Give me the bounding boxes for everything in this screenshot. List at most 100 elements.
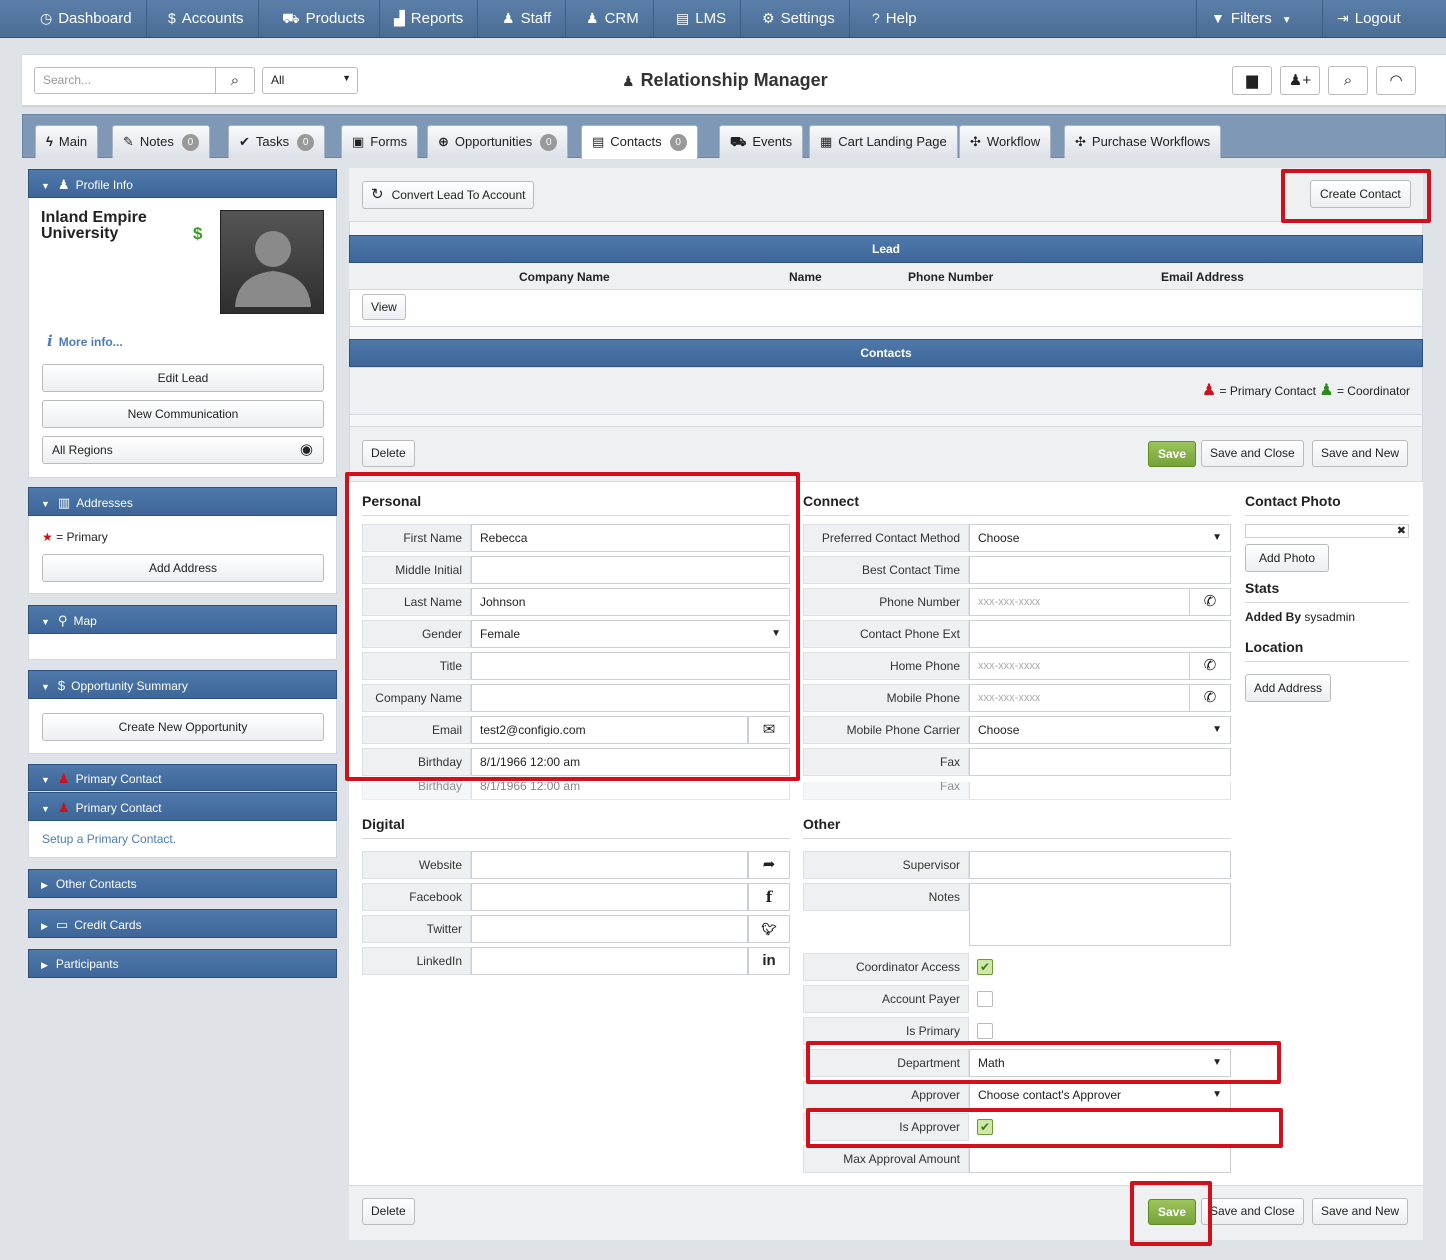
nav-products[interactable]: ⛟ Products [268, 0, 380, 37]
save-and-new-button[interactable]: Save and New [1312, 1198, 1409, 1225]
add-user-button[interactable]: ♟+ [1280, 66, 1320, 95]
open-twitter-button[interactable]: 🐦︎ [748, 915, 790, 943]
tab-purchase-workflows[interactable]: ✣ Purchase Workflows [1064, 125, 1222, 158]
supervisor-field[interactable] [969, 851, 1231, 879]
nav-dashboard[interactable]: ◷ Dashboard [26, 0, 147, 37]
search-button[interactable]: ⌕ [215, 67, 255, 94]
tab-events[interactable]: ⛟ Events [719, 125, 804, 158]
call-phone-button[interactable]: ✆ [1189, 588, 1231, 616]
setup-primary-contact-link[interactable]: Setup a Primary Contact. [42, 832, 176, 846]
tab-contacts[interactable]: ▤ Contacts 0 [581, 125, 698, 159]
open-website-button[interactable]: ➦ [748, 851, 790, 879]
nav-accounts[interactable]: $ Accounts [154, 0, 259, 37]
max-approval-field[interactable] [969, 1145, 1231, 1173]
new-communication-button[interactable]: New Communication [42, 400, 324, 428]
save-and-close-button[interactable]: Save and Close [1201, 440, 1304, 467]
check-icon: ✔ [979, 960, 991, 974]
search-input[interactable]: Search... [34, 67, 216, 94]
search-header-button[interactable]: ⌕ [1328, 66, 1368, 95]
nav-staff[interactable]: ♟ Staff [488, 0, 567, 37]
nav-settings[interactable]: ⚙ Settings [748, 0, 850, 37]
mobile-carrier-select[interactable]: Choose ▼ [969, 716, 1231, 744]
caret-right-icon: ▶ [41, 960, 48, 970]
map-marker-icon: ⚲ [57, 613, 68, 628]
best-contact-time-field[interactable] [969, 556, 1231, 584]
add-address-button[interactable]: Add Address [42, 554, 324, 582]
tab-forms[interactable]: ▣ Forms [341, 125, 419, 158]
twitter-field[interactable] [471, 915, 748, 943]
tab-tasks[interactable]: ✔ Tasks 0 [228, 125, 326, 158]
save-and-new-button[interactable]: Save and New [1312, 440, 1409, 467]
regions-select[interactable]: All Regions ◉ [42, 436, 324, 464]
check-icon: ✔ [239, 134, 250, 149]
website-field[interactable] [471, 851, 748, 879]
coordinator-access-checkbox[interactable]: ✔ [977, 959, 993, 975]
column-header: Phone Number [908, 270, 994, 284]
gear-icon: ⚙ [762, 10, 775, 26]
divider [1245, 602, 1409, 603]
primary-contact-header[interactable]: ▼ ♟ Primary Contact [28, 764, 337, 791]
website-label: Website [362, 851, 471, 879]
tab-notes[interactable]: ✎ Notes 0 [112, 125, 210, 158]
chat-button[interactable]: ▆ [1232, 66, 1272, 95]
edit-icon: ✎ [123, 134, 134, 149]
credit-cards-header[interactable]: ▶ ▭ Credit Cards [28, 909, 337, 938]
location-heading: Location [1245, 639, 1304, 655]
search-scope-select[interactable]: All ▼ [262, 67, 358, 94]
view-button[interactable]: View [362, 294, 406, 320]
fax-field[interactable] [969, 748, 1231, 776]
delete-button[interactable]: Delete [362, 1198, 415, 1225]
count-badge: 0 [297, 134, 315, 151]
nav-filters[interactable]: ▼ Filters ▼ [1196, 0, 1322, 37]
map-panel [28, 634, 337, 660]
nav-help[interactable]: ? Help [858, 0, 931, 37]
divider [803, 838, 1231, 839]
close-icon[interactable]: ✖ [1397, 524, 1406, 537]
caret-down-icon: ▼ [41, 682, 50, 692]
opportunity-summary-header[interactable]: ▼ $ Opportunity Summary [28, 670, 337, 699]
more-info-link[interactable]: i More info... [47, 332, 123, 350]
map-header[interactable]: ▼ ⚲ Map [28, 605, 337, 634]
tab-cart-landing-page[interactable]: ▦ Cart Landing Page [809, 125, 958, 158]
profile-info-header[interactable]: ▼ ♟ Profile Info [28, 169, 337, 198]
addresses-header[interactable]: ▼ ▥ Addresses [28, 487, 337, 516]
mobile-phone-field[interactable]: xxx-xxx-xxxx [969, 684, 1190, 712]
open-facebook-button[interactable]: f [748, 883, 790, 911]
add-location-address-button[interactable]: Add Address [1245, 674, 1332, 702]
contact-phone-ext-field[interactable] [969, 620, 1231, 648]
account-payer-checkbox[interactable] [977, 991, 993, 1007]
phone-number-field[interactable]: xxx-xxx-xxxx [969, 588, 1190, 616]
participants-header[interactable]: ▶ Participants [28, 949, 337, 978]
home-phone-field[interactable]: xxx-xxx-xxxx [969, 652, 1190, 680]
preferred-contact-select[interactable]: Choose ▼ [969, 524, 1231, 552]
delete-button[interactable]: Delete [362, 440, 415, 467]
facebook-icon: f [765, 888, 773, 906]
is-primary-checkbox[interactable] [977, 1023, 993, 1039]
tab-workflow[interactable]: ✣ Workflow [959, 125, 1052, 158]
open-linkedin-button[interactable]: in [748, 947, 790, 975]
avatar [220, 210, 324, 314]
tab-main[interactable]: ϟ Main [35, 125, 99, 158]
dashboard-button[interactable]: ◠ [1376, 66, 1416, 95]
nav-reports[interactable]: ▟ Reports [380, 0, 479, 37]
approver-select[interactable]: Choose contact's Approver ▼ [969, 1081, 1231, 1109]
nav-logout[interactable]: ⇥ Logout [1322, 0, 1446, 37]
facebook-field[interactable] [471, 883, 748, 911]
call-home-button[interactable]: ✆ [1189, 652, 1231, 680]
create-opportunity-button[interactable]: Create New Opportunity [42, 713, 324, 741]
save-button[interactable]: Save [1148, 441, 1197, 467]
save-and-close-button[interactable]: Save and Close [1201, 1198, 1304, 1225]
tab-bar: ϟ Main ✎ Notes 0 ✔ Tasks 0 ▣ Forms ⊕ Opportunit… [22, 114, 1446, 159]
tab-opportunities[interactable]: ⊕ Opportunities 0 [427, 125, 569, 158]
convert-lead-button[interactable]: ↻ Convert Lead To Account [362, 181, 535, 209]
nav-crm[interactable]: ♟ CRM [572, 0, 654, 37]
nav-lms[interactable]: ▤ LMS [662, 0, 742, 37]
linkedin-field[interactable] [471, 947, 748, 975]
primary-contact-header[interactable]: ▼ ♟ Primary Contact [28, 792, 337, 821]
notes-textarea[interactable] [969, 883, 1231, 946]
edit-lead-button[interactable]: Edit Lead [42, 364, 324, 392]
call-mobile-button[interactable]: ✆ [1189, 684, 1231, 712]
add-photo-button[interactable]: Add Photo [1245, 544, 1330, 572]
other-contacts-header[interactable]: ▶ Other Contacts [28, 869, 337, 898]
linkedin-icon: in [762, 952, 776, 969]
